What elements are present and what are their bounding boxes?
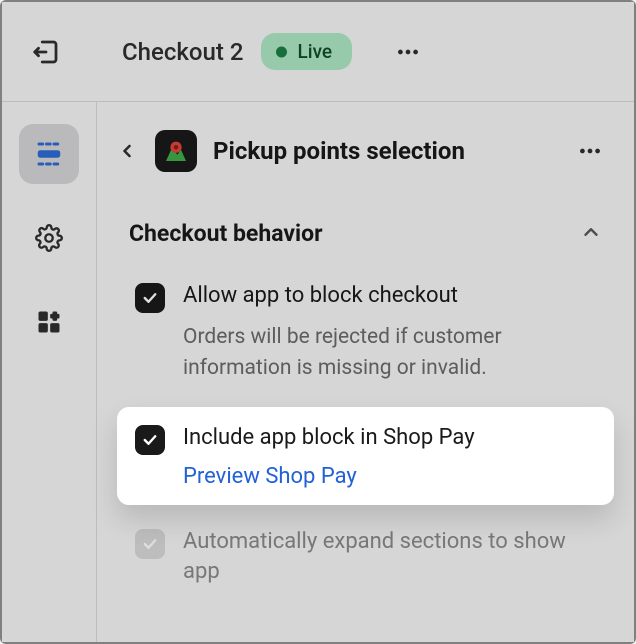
title-block: Checkout 2 Live: [122, 33, 424, 70]
option-label: Include app block in Shop Pay: [183, 423, 596, 454]
page-title: Checkout 2: [122, 38, 243, 66]
option-body: Allow app to block checkout Orders will …: [183, 281, 596, 385]
option-body: Automatically expand sections to show ap…: [183, 527, 596, 589]
options-list: Allow app to block checkout Orders will …: [97, 265, 634, 604]
checkbox-include-shop-pay[interactable]: [135, 425, 165, 455]
panel: Pickup points selection Checkout behavio…: [97, 102, 634, 642]
sidebar-item-settings[interactable]: [19, 208, 79, 268]
exit-icon[interactable]: [30, 36, 62, 68]
preview-shop-pay-link[interactable]: Preview Shop Pay: [183, 464, 596, 489]
option-body: Include app block in Shop Pay Preview Sh…: [183, 423, 596, 489]
sidebar: [2, 102, 97, 642]
sidebar-item-sections[interactable]: [19, 124, 79, 184]
option-include-shop-pay: Include app block in Shop Pay Preview Sh…: [117, 407, 614, 505]
back-button[interactable]: [107, 131, 147, 171]
sidebar-item-apps[interactable]: [19, 292, 79, 352]
app-icon: [155, 130, 197, 172]
main: Pickup points selection Checkout behavio…: [2, 102, 634, 642]
more-menu-button[interactable]: [392, 36, 424, 68]
panel-header: Pickup points selection: [97, 102, 634, 172]
chevron-up-icon: [580, 221, 602, 247]
section-header[interactable]: Checkout behavior: [97, 172, 634, 265]
topbar: Checkout 2 Live: [2, 2, 634, 102]
panel-more-button[interactable]: [574, 135, 606, 167]
option-description: Orders will be rejected if customer info…: [183, 322, 596, 385]
checkbox-auto-expand[interactable]: [135, 529, 165, 559]
live-badge: Live: [261, 33, 352, 70]
option-label: Allow app to block checkout: [183, 281, 596, 312]
option-label: Automatically expand sections to show ap…: [183, 527, 596, 589]
option-allow-block: Allow app to block checkout Orders will …: [117, 265, 614, 401]
panel-title: Pickup points selection: [213, 137, 566, 165]
section-title: Checkout behavior: [129, 220, 323, 247]
checkbox-allow-block[interactable]: [135, 283, 165, 313]
option-auto-expand: Automatically expand sections to show ap…: [117, 511, 614, 605]
